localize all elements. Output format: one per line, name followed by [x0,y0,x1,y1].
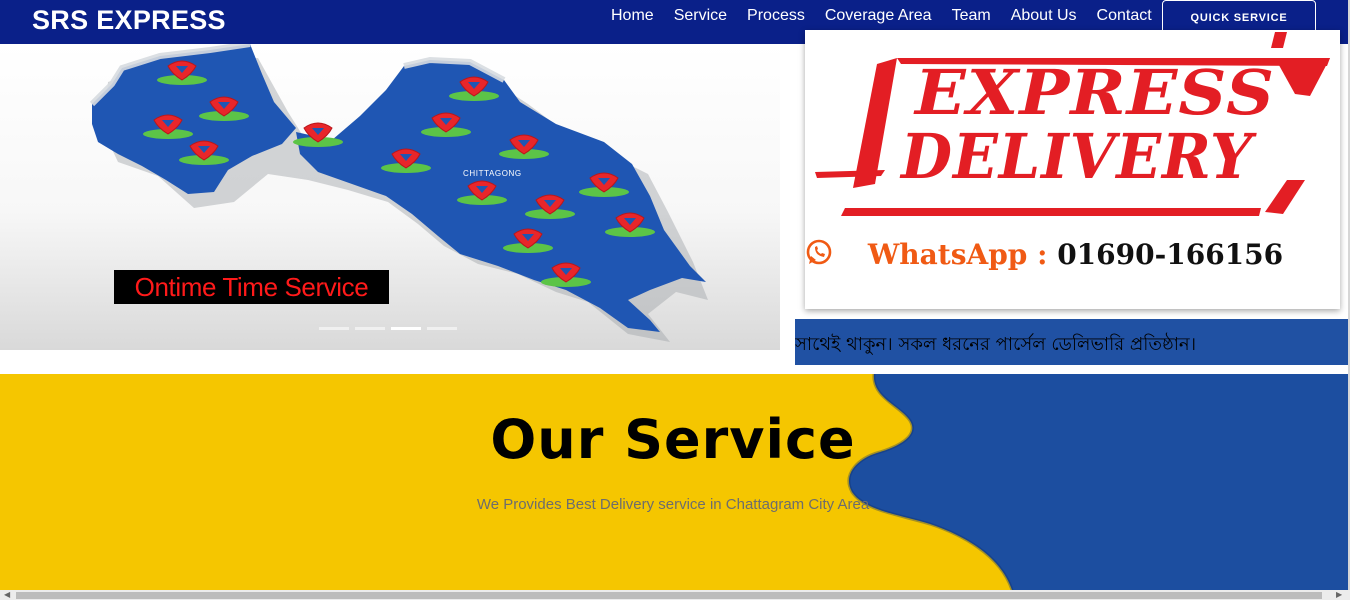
scroll-left-icon[interactable]: ◀ [4,590,10,600]
scrollbar-thumb[interactable] [16,592,1322,599]
nav-coverage-area[interactable]: Coverage Area [815,7,942,25]
horizontal-scrollbar[interactable]: ◀ ▶ [0,590,1350,600]
nav-process[interactable]: Process [737,7,815,25]
express-delivery-card: EXPRESS DELIVERY WhatsApp : 01690-166156 [805,30,1340,309]
scroll-right-icon[interactable]: ▶ [1336,590,1342,600]
express-word: EXPRESS [913,56,1275,129]
nav-service[interactable]: Service [664,7,737,25]
nav-team[interactable]: Team [942,7,1001,25]
express-delivery-stamp: EXPRESS DELIVERY [815,32,1330,216]
marquee-text: সাথেই থাকুন। সকল ধরনের পার্সেল ডেলিভারি … [795,334,1197,355]
brand-logo[interactable]: SRS EXPRESS [32,5,226,36]
nav-contact[interactable]: Contact [1087,7,1162,25]
slide-caption: Ontime Time Service [114,270,389,304]
our-service-section: Our Service We Provides Best Delivery se… [0,374,1350,590]
coverage-map-image: CHITTAGONG [89,44,708,342]
service-background [847,374,1350,590]
svg-text:CHITTAGONG: CHITTAGONG [463,169,522,178]
hero-slider: CHITTAGONG Ontime Time Service [0,44,780,350]
nav-home[interactable]: Home [601,7,664,25]
whatsapp-contact[interactable]: WhatsApp : 01690-166156 [805,238,1340,271]
nav-menu: Home Service Process Coverage Area Team … [601,7,1162,25]
whatsapp-number: 01690-166156 [1057,238,1284,271]
slide-indicator-4[interactable] [427,327,457,330]
slide-indicator-2[interactable] [355,327,385,330]
section-title: Our Service [490,408,856,471]
slide-indicator-1[interactable] [319,327,349,330]
slide-indicator-3[interactable] [391,327,421,330]
notice-marquee: সাথেই থাকুন। সকল ধরনের পার্সেল ডেলিভারি … [795,319,1348,365]
delivery-word: DELIVERY [899,120,1257,193]
slider-indicators [319,327,457,330]
nav-about-us[interactable]: About Us [1001,7,1087,25]
whatsapp-label: WhatsApp : [867,238,1048,271]
section-subtitle: We Provides Best Delivery service in Cha… [476,496,870,513]
